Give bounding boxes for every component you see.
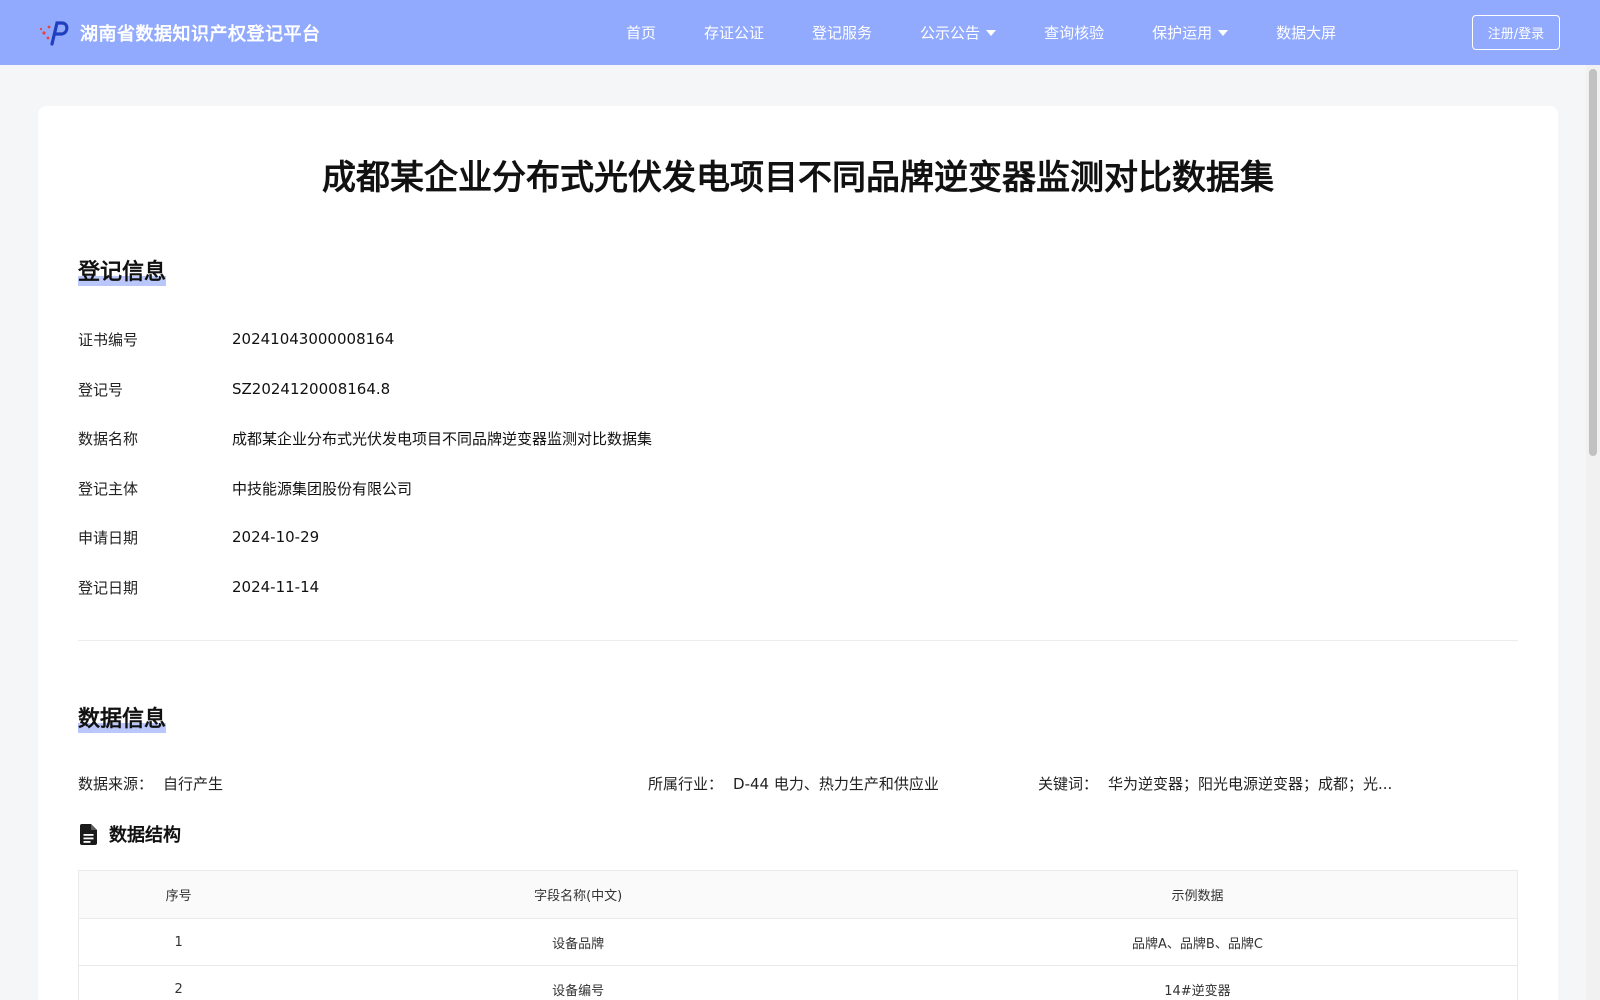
table-row: 1 设备品牌 品牌A、品牌B、品牌C — [78, 918, 1518, 966]
site-logo[interactable]: 湖南省数据知识产权登记平台 — [38, 18, 321, 48]
caret-down-icon — [1218, 30, 1229, 36]
table-cell: 14#逆变器 — [877, 965, 1518, 1000]
meta-data-source: 数据来源： 自行产生 — [78, 773, 223, 794]
column-header-field-name: 字段名称(中文) — [278, 870, 878, 919]
table-row: 2 设备编号 14#逆变器 — [78, 965, 1518, 1000]
info-row-subject: 登记主体 中技能源集团股份有限公司 — [78, 476, 412, 500]
info-label: 登记号 — [78, 380, 124, 399]
nav-label: 公示公告 — [920, 24, 981, 42]
info-value: 成都某企业分布式光伏发电项目不同品牌逆变器监测对比数据集 — [232, 429, 653, 448]
logo-text: 湖南省数据知识产权登记平台 — [80, 24, 321, 45]
column-header-sample: 示例数据 — [877, 870, 1518, 919]
nav-item-registration[interactable]: 登记服务 — [812, 22, 872, 43]
meta-industry: 所属行业： D-44 电力、热力生产和供应业 — [648, 773, 939, 794]
meta-value: D-44 电力、热力生产和供应业 — [733, 775, 939, 793]
nav-item-announcements[interactable]: 公示公告 — [920, 22, 997, 43]
top-navbar: 湖南省数据知识产权登记平台 首页 存证公证 登记服务 公示公告 查询核验 保护运… — [0, 0, 1600, 65]
main-nav: 首页 存证公证 登记服务 公示公告 查询核验 保护运用 数据大屏 — [626, 0, 1384, 65]
nav-item-dashboard[interactable]: 数据大屏 — [1276, 22, 1336, 43]
nav-item-protection[interactable]: 保护运用 — [1152, 22, 1229, 43]
info-row-registration-no: 登记号 SZ2024120008164.8 — [78, 377, 390, 401]
login-button[interactable]: 注册/登录 — [1472, 15, 1560, 50]
info-row-data-name: 数据名称 成都某企业分布式光伏发电项目不同品牌逆变器监测对比数据集 — [78, 426, 652, 450]
table-cell: 设备品牌 — [278, 918, 878, 966]
info-label: 登记日期 — [78, 578, 139, 597]
info-row-register-date: 登记日期 2024-11-14 — [78, 575, 319, 599]
table-cell: 设备编号 — [278, 965, 878, 1000]
info-label: 证书编号 — [78, 330, 139, 349]
caret-down-icon — [986, 30, 997, 36]
info-row-certificate-no: 证书编号 20241043000008164 — [78, 327, 394, 351]
data-structure-heading: 数据结构 — [80, 821, 181, 847]
nav-label: 首页 — [626, 24, 657, 42]
info-value: SZ2024120008164.8 — [232, 380, 391, 398]
meta-value: 自行产生 — [163, 775, 224, 793]
meta-value[interactable]: 华为逆变器；阳光电源逆变器；成都；光... — [1108, 773, 1392, 794]
logo-icon — [39, 21, 69, 46]
info-value: 2024-11-14 — [232, 578, 320, 596]
info-label: 申请日期 — [78, 528, 139, 547]
section-title-registration: 登记信息 — [78, 254, 167, 286]
info-label: 登记主体 — [78, 479, 139, 498]
nav-label: 登记服务 — [812, 24, 873, 42]
page-scrollbar[interactable] — [1586, 65, 1600, 1000]
column-header-index: 序号 — [78, 870, 279, 919]
section-divider — [78, 640, 1518, 641]
document-icon — [80, 823, 97, 845]
meta-label: 关键词： — [1038, 775, 1099, 793]
nav-label: 存证公证 — [704, 24, 765, 42]
meta-label: 数据来源： — [78, 775, 154, 793]
info-row-apply-date: 申请日期 2024-10-29 — [78, 525, 319, 549]
info-value: 20241043000008164 — [232, 330, 395, 348]
table-header-row: 序号 字段名称(中文) 示例数据 — [78, 870, 1518, 919]
table-cell: 2 — [78, 965, 279, 1000]
meta-label: 所属行业： — [648, 775, 724, 793]
data-structure-table: 序号 字段名称(中文) 示例数据 1 设备品牌 品牌A、品牌B、品牌C 2 设备… — [78, 870, 1518, 1000]
nav-item-verification[interactable]: 查询核验 — [1044, 22, 1104, 43]
info-value: 中技能源集团股份有限公司 — [232, 479, 413, 498]
structure-title: 数据结构 — [109, 825, 181, 846]
nav-item-notarization[interactable]: 存证公证 — [704, 22, 764, 43]
nav-label: 查询核验 — [1044, 24, 1105, 42]
nav-item-home[interactable]: 首页 — [626, 22, 656, 43]
nav-label: 数据大屏 — [1276, 24, 1337, 42]
info-label: 数据名称 — [78, 429, 139, 448]
table-cell: 品牌A、品牌B、品牌C — [877, 918, 1518, 966]
table-cell: 1 — [78, 918, 279, 966]
scrollbar-thumb[interactable] — [1589, 69, 1597, 456]
nav-label: 保护运用 — [1152, 24, 1213, 42]
page-title: 成都某企业分布式光伏发电项目不同品牌逆变器监测对比数据集 — [322, 158, 1274, 198]
meta-keywords: 关键词： 华为逆变器；阳光电源逆变器；成都；光... — [1038, 773, 1392, 794]
detail-card: 成都某企业分布式光伏发电项目不同品牌逆变器监测对比数据集 登记信息 证书编号 2… — [38, 106, 1558, 1000]
section-title-data-info: 数据信息 — [78, 701, 167, 733]
info-value: 2024-10-29 — [232, 528, 320, 546]
